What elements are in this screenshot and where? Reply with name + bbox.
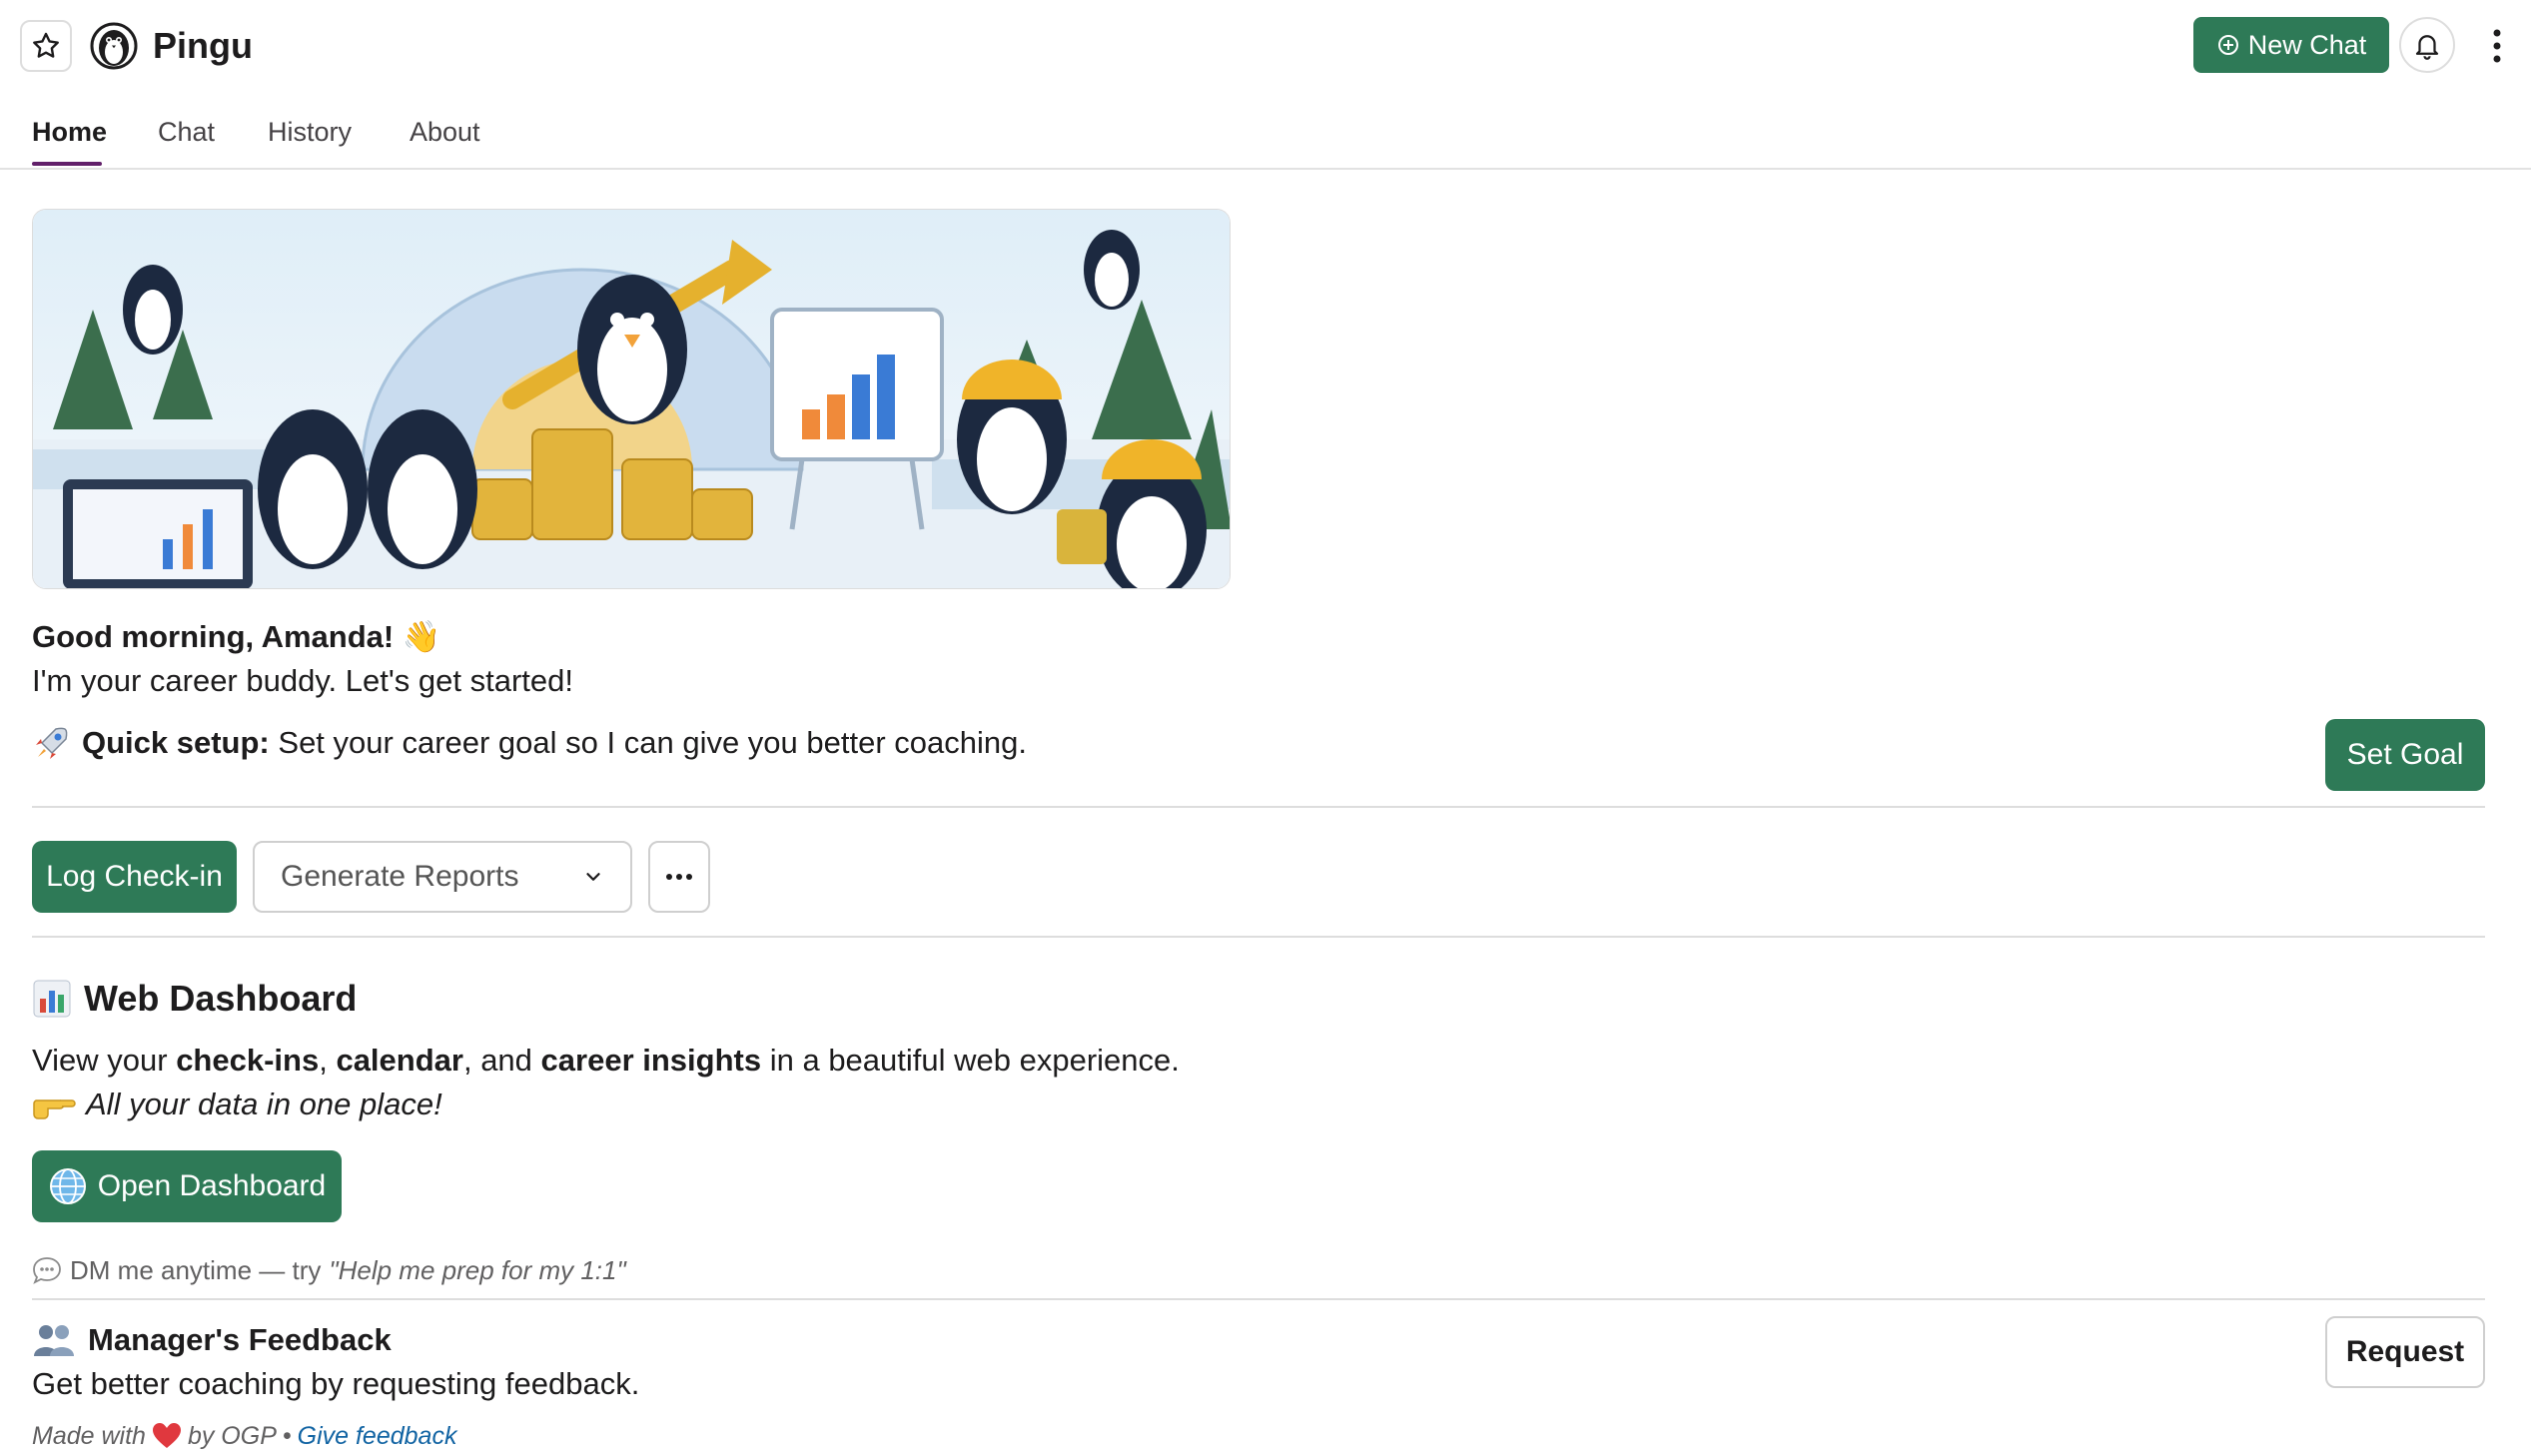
horizontal-ellipsis-icon <box>666 874 692 880</box>
divider <box>32 806 2485 808</box>
tab-home[interactable]: Home <box>32 112 107 152</box>
desc-checkins: check-ins <box>176 1043 320 1078</box>
heart-icon <box>152 1423 181 1448</box>
people-icon <box>34 1325 74 1356</box>
globe-icon <box>49 1168 86 1204</box>
desc-sep: , <box>319 1043 328 1078</box>
tab-chat[interactable]: Chat <box>158 112 215 152</box>
web-dashboard-heading: Web Dashboard <box>32 975 357 1023</box>
open-dashboard-button[interactable]: Open Dashboard <box>32 1150 342 1222</box>
footer-by: by OGP • <box>187 1422 292 1450</box>
generate-reports-value: Generate Reports <box>281 860 519 893</box>
set-goal-button[interactable]: Set Goal <box>2325 719 2485 791</box>
quick-setup-text: Set your career goal so I can give you b… <box>278 725 1027 760</box>
greeting-line: Good morning, Amanda! 👋 <box>32 617 440 657</box>
quick-setup-line: Quick setup: Set your career goal so I c… <box>32 721 1027 765</box>
notifications-button[interactable] <box>2399 17 2455 73</box>
new-chat-button[interactable]: New Chat <box>2193 17 2389 73</box>
footer: Made with by OGP • Give feedback <box>32 1418 456 1454</box>
tab-bar: Home Chat History About <box>0 100 2531 170</box>
bell-icon <box>2415 35 2439 60</box>
wave-emoji-icon: 👋 <box>402 619 441 654</box>
greeting-text: Good morning, Amanda! <box>32 619 395 654</box>
desc-calendar: calendar <box>336 1043 463 1078</box>
divider <box>32 1298 2485 1300</box>
dm-hint-example: "Help me prep for my 1:1" <box>329 1255 626 1285</box>
desc-prefix: View your <box>32 1043 168 1078</box>
generate-reports-select[interactable]: Generate Reports <box>253 841 632 913</box>
desc-career-insights: career insights <box>540 1043 762 1078</box>
log-checkin-button[interactable]: Log Check-in <box>32 841 237 913</box>
dashboard-tagline-text: All your data in one place! <box>86 1087 442 1121</box>
divider <box>32 936 2485 938</box>
give-feedback-link[interactable]: Give feedback <box>298 1418 457 1454</box>
quick-setup-label: Quick setup: <box>82 725 270 760</box>
favorite-star-button[interactable] <box>20 20 72 72</box>
dm-hint-prefix: DM me anytime — try <box>70 1255 322 1285</box>
speech-bubble-icon <box>33 1257 61 1284</box>
open-dashboard-label: Open Dashboard <box>97 1169 327 1202</box>
manager-feedback-heading: Manager's Feedback <box>32 1320 392 1360</box>
penguin-logo-icon <box>90 22 138 70</box>
welcome-subtitle: I'm your career buddy. Let's get started… <box>32 663 573 698</box>
bar-chart-icon <box>33 980 71 1018</box>
dashboard-tagline: All your data in one place! <box>32 1085 442 1124</box>
new-chat-label: New Chat <box>2247 29 2367 60</box>
star-icon <box>33 32 59 58</box>
more-actions-button[interactable] <box>648 841 710 913</box>
active-tab-indicator <box>32 162 102 166</box>
tab-about[interactable]: About <box>410 112 480 152</box>
desc-sep: , and <box>462 1043 532 1078</box>
request-feedback-button[interactable]: Request <box>2325 1316 2485 1388</box>
web-dashboard-title: Web Dashboard <box>84 978 358 1019</box>
web-dashboard-description: View your check-ins, calendar, and caree… <box>32 1041 1180 1081</box>
rocket-icon <box>36 727 68 759</box>
vertical-ellipsis-icon <box>2493 29 2501 63</box>
chevron-down-icon <box>586 873 600 881</box>
top-bar: Pingu New Chat <box>0 0 2531 90</box>
more-options-button[interactable] <box>2475 20 2519 72</box>
tab-history[interactable]: History <box>268 112 352 152</box>
manager-feedback-title: Manager's Feedback <box>88 1322 392 1357</box>
desc-suffix: in a beautiful web experience. <box>769 1043 1180 1078</box>
manager-feedback-description: Get better coaching by requesting feedba… <box>32 1366 640 1401</box>
dm-hint: DM me anytime — try "Help me prep for my… <box>32 1252 626 1288</box>
plus-circle-icon <box>2217 35 2238 55</box>
pointing-hand-icon <box>33 1099 76 1119</box>
footer-made-with: Made with <box>32 1422 146 1450</box>
hero-banner-image <box>32 209 1231 589</box>
app-title: Pingu <box>153 25 253 66</box>
